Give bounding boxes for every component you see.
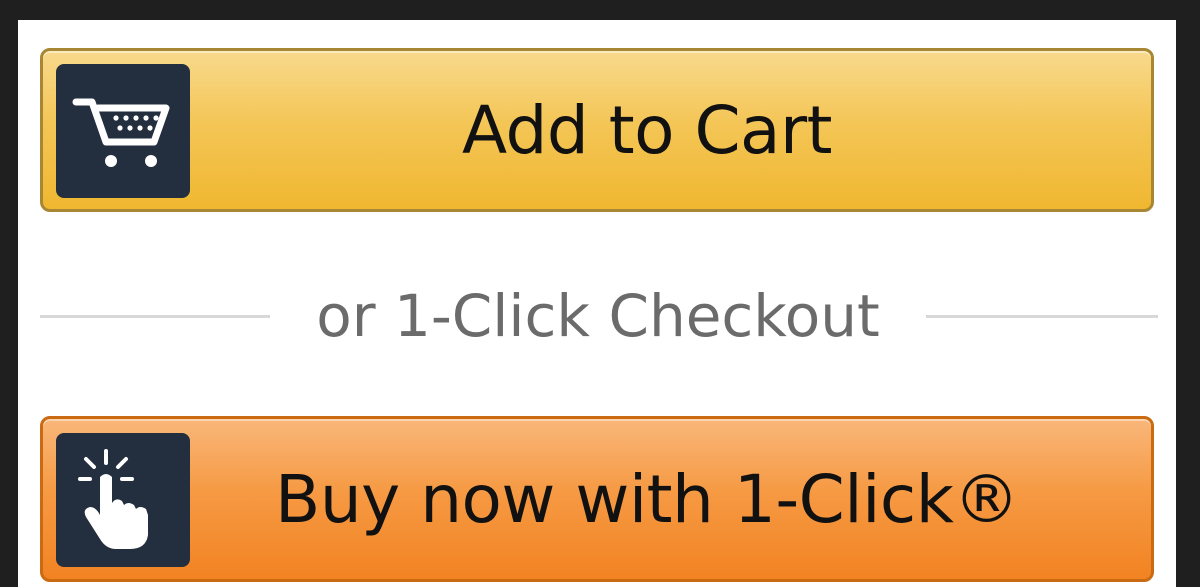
- pointer-click-icon: [56, 433, 190, 567]
- checkout-panel: Add to Cart or 1-Click Checkout Buy now …: [18, 20, 1176, 587]
- divider-line-right: [926, 314, 1158, 318]
- add-to-cart-button[interactable]: Add to Cart: [40, 48, 1154, 212]
- add-to-cart-label: Add to Cart: [461, 91, 833, 169]
- buy-now-one-click-button[interactable]: Buy now with 1-Click®: [40, 416, 1154, 582]
- divider-line-left: [40, 314, 270, 318]
- divider-label: or 1-Click Checkout: [316, 282, 880, 350]
- shopping-cart-icon: [56, 64, 190, 198]
- buy-now-label: Buy now with 1-Click®: [275, 460, 1019, 538]
- checkout-divider: or 1-Click Checkout: [40, 276, 1158, 356]
